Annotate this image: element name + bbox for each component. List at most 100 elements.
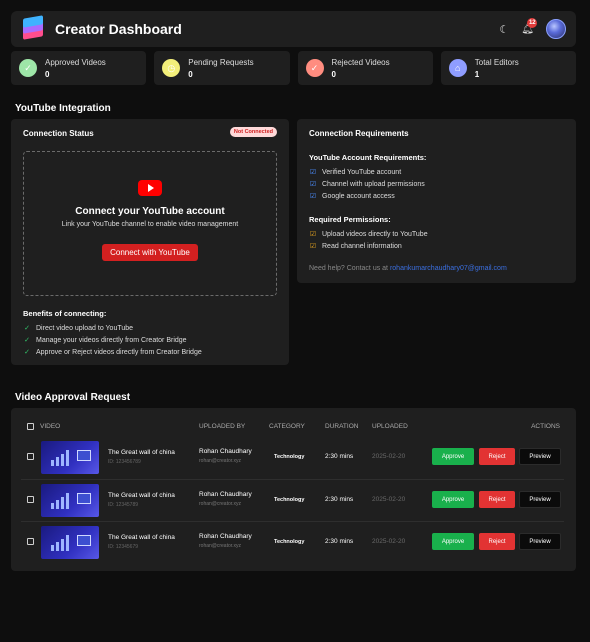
permission-item: ☑ Upload videos directly to YouTube: [309, 228, 428, 240]
help-text: Need help? Contact us at rohankumarchaud…: [309, 265, 507, 272]
row-checkbox[interactable]: [27, 496, 34, 503]
video-title: The Great wall of china: [108, 492, 175, 499]
video-id: ID: 123456789: [108, 459, 141, 465]
connect-youtube-button[interactable]: Connect with YouTube: [102, 244, 198, 261]
video-duration: 2:30 mins: [325, 538, 354, 545]
required-permissions: Required Permissions: ☑ Upload videos dir…: [309, 215, 428, 252]
uploader-name: Rohan Chaudhary: [199, 448, 252, 455]
benefits-list: Benefits of connecting: ✓ Direct video up…: [23, 309, 202, 358]
layers-logo-icon: [21, 15, 45, 41]
stat-value: 0: [45, 69, 50, 79]
row-checkbox[interactable]: [27, 538, 34, 545]
preview-button[interactable]: Preview: [519, 448, 561, 465]
required-permissions-title: Required Permissions:: [309, 215, 391, 224]
help-email-link[interactable]: rohankumarchaudhary07@gmail.com: [390, 265, 507, 272]
video-category: Technology: [274, 497, 305, 503]
video-thumbnail[interactable]: [41, 484, 99, 517]
upload-date: 2025-02-20: [372, 538, 406, 545]
checkbox-checked-icon: ☑: [309, 169, 317, 176]
help-label: Need help? Contact us at: [309, 265, 390, 272]
connection-status-title: Connection Status: [23, 129, 94, 138]
column-header-duration: DURATION: [325, 423, 359, 430]
account-requirements: YouTube Account Requirements: ☑ Verified …: [309, 153, 426, 202]
requirement-text: Google account access: [322, 192, 395, 200]
video-duration: 2:30 mins: [325, 453, 354, 460]
stat-label: Pending Requests: [188, 57, 254, 67]
checkbox-checked-icon: ☑: [309, 243, 317, 250]
top-header: Creator Dashboard ☾ 🔔︎ 12: [11, 11, 576, 47]
row-checkbox[interactable]: [27, 453, 34, 460]
benefit-text: Approve or Reject videos directly from C…: [36, 348, 202, 356]
approve-button[interactable]: Approve: [432, 448, 474, 465]
requirement-item: ☑ Verified YouTube account: [309, 166, 426, 178]
table-row: The Great wall of china ID: 123456789 Ro…: [21, 437, 564, 479]
stat-pending-requests: ◷ Pending Requests 0: [154, 51, 290, 85]
uploader-email: rohan@creator.xyz: [199, 501, 242, 507]
column-header-uploaded-by: UPLOADED BY: [199, 423, 246, 430]
video-title: The Great wall of china: [108, 534, 175, 541]
stat-approved-videos: ✓ Approved Videos 0: [11, 51, 147, 85]
requirement-item: ☑ Channel with upload permissions: [309, 178, 426, 190]
theme-toggle-moon-icon[interactable]: ☾: [499, 23, 509, 36]
preview-button[interactable]: Preview: [519, 491, 561, 508]
video-duration: 2:30 mins: [325, 496, 354, 503]
check-icon: ✓: [24, 337, 30, 344]
stat-total-editors: ⌂ Total Editors 1: [440, 51, 576, 85]
check-icon: ✓: [24, 349, 30, 356]
video-thumbnail[interactable]: [41, 526, 99, 559]
x-circle-icon: ✓: [305, 59, 324, 77]
stat-value: 0: [331, 69, 336, 79]
select-all-checkbox[interactable]: [27, 423, 34, 430]
permission-text: Upload videos directly to YouTube: [322, 230, 428, 238]
stats-row: ✓ Approved Videos 0 ◷ Pending Requests 0 ✓…: [11, 51, 576, 85]
notification-count-badge: 12: [527, 17, 538, 28]
permission-text: Read channel information: [322, 242, 402, 250]
column-header-actions: ACTIONS: [531, 423, 560, 430]
column-header-category: CATEGORY: [269, 423, 305, 430]
approve-button[interactable]: Approve: [432, 533, 474, 550]
stat-rejected-videos: ✓ Rejected Videos 0: [297, 51, 433, 85]
upload-date: 2025-02-20: [372, 496, 406, 503]
video-id: ID: 12345679: [108, 544, 139, 550]
youtube-integration-heading: YouTube Integration: [15, 103, 111, 114]
benefit-item: ✓ Direct video upload to YouTube: [23, 322, 202, 334]
uploader-name: Rohan Chaudhary: [199, 533, 252, 540]
video-category: Technology: [274, 454, 305, 460]
video-category: Technology: [274, 539, 305, 545]
requirement-item: ☑ Google account access: [309, 190, 426, 202]
preview-button[interactable]: Preview: [519, 533, 561, 550]
home-icon: ⌂: [448, 59, 467, 77]
account-requirements-title: YouTube Account Requirements:: [309, 153, 427, 162]
benefits-title: Benefits of connecting:: [23, 309, 107, 318]
uploader-email: rohan@creator.xyz: [199, 458, 242, 464]
benefit-text: Manage your videos directly from Creator…: [36, 336, 187, 344]
check-icon: ✓: [24, 325, 30, 332]
column-header-uploaded: UPLOADED: [372, 423, 408, 430]
uploader-name: Rohan Chaudhary: [199, 491, 252, 498]
stat-label: Total Editors: [474, 57, 519, 67]
approve-button[interactable]: Approve: [432, 491, 474, 508]
user-avatar[interactable]: [546, 19, 566, 39]
stat-label: Rejected Videos: [331, 57, 390, 67]
checkbox-checked-icon: ☑: [309, 193, 317, 200]
benefit-item: ✓ Approve or Reject videos directly from …: [23, 346, 202, 358]
reject-button[interactable]: Reject: [479, 533, 515, 550]
video-title: The Great wall of china: [108, 449, 175, 456]
column-header-video: VIDEO: [40, 423, 61, 430]
benefit-item: ✓ Manage your videos directly from Creato…: [23, 334, 202, 346]
notification-bell-icon[interactable]: 🔔︎ 12: [521, 17, 538, 35]
check-circle-icon: ✓: [19, 59, 37, 77]
clock-icon: ◷: [162, 59, 181, 77]
video-approval-heading: Video Approval Request: [15, 392, 131, 403]
connect-subtitle: Link your YouTube channel to enable vide…: [61, 221, 239, 228]
reject-button[interactable]: Reject: [479, 448, 515, 465]
connection-requirements-panel: Connection Requirements YouTube Account …: [297, 119, 576, 283]
checkbox-checked-icon: ☑: [309, 181, 317, 188]
video-thumbnail[interactable]: [41, 441, 99, 474]
stat-label: Approved Videos: [45, 57, 106, 67]
connect-title: Connect your YouTube account: [75, 206, 225, 217]
reject-button[interactable]: Reject: [479, 491, 515, 508]
video-id: ID: 12345789: [108, 502, 139, 508]
benefit-text: Direct video upload to YouTube: [36, 324, 134, 332]
stat-value: 0: [188, 69, 193, 79]
